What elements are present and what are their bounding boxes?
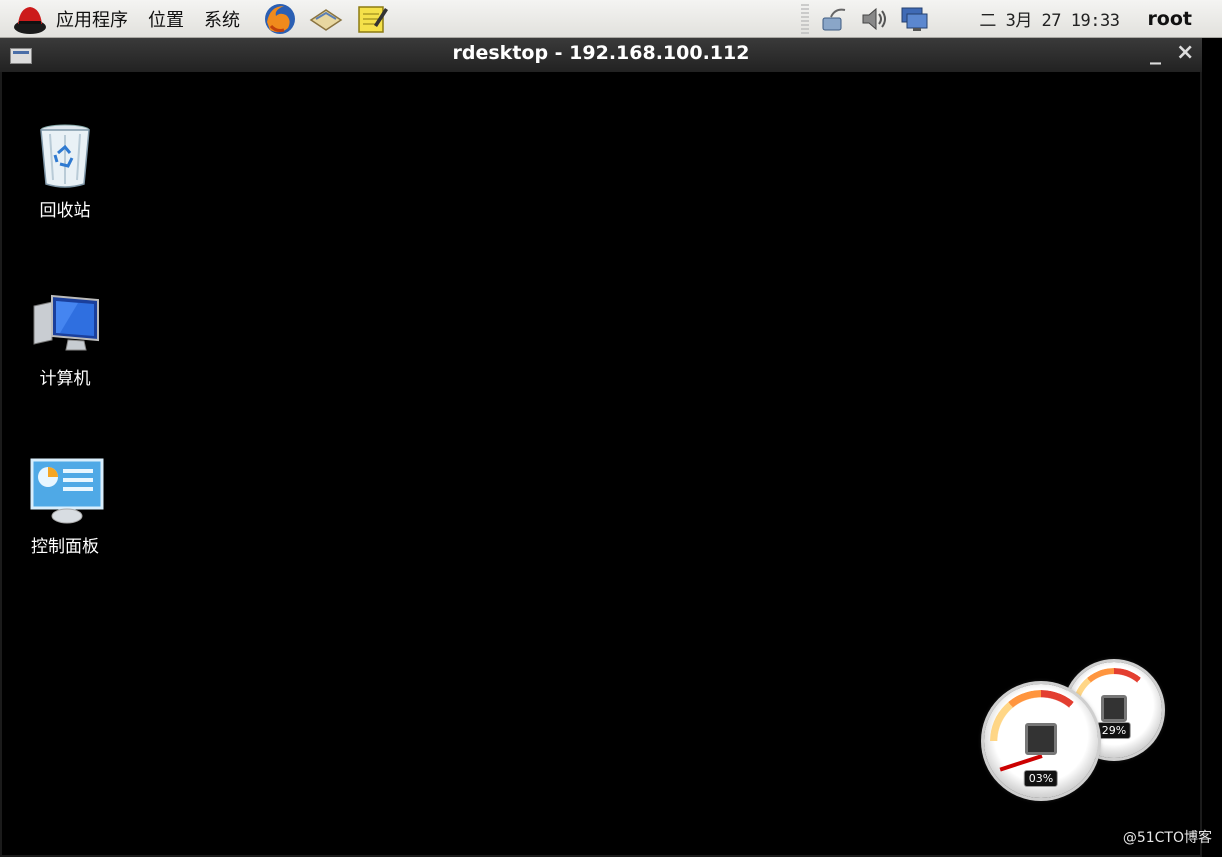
- menu-system[interactable]: 系统: [204, 6, 240, 32]
- desktop-icon-recycle-bin[interactable]: 回收站: [10, 120, 120, 221]
- window-titlebar[interactable]: rdesktop - 192.168.100.112 _ ×: [0, 38, 1202, 72]
- volume-icon[interactable]: [859, 4, 889, 34]
- close-button[interactable]: ×: [1176, 40, 1194, 65]
- window-title: rdesktop - 192.168.100.112: [452, 42, 750, 64]
- memory-readout: 29%: [1096, 722, 1132, 739]
- memory-chip-icon: [1100, 694, 1128, 722]
- notes-icon[interactable]: [354, 2, 390, 36]
- computer-icon: [30, 288, 100, 358]
- control-panel-icon: [30, 456, 104, 526]
- menu-places[interactable]: 位置: [148, 6, 184, 32]
- mail-icon[interactable]: [308, 2, 344, 36]
- desktop-icon-label: 控制面板: [31, 537, 99, 557]
- desktop-icon-computer[interactable]: 计算机: [10, 288, 120, 389]
- recycle-bin-icon: [30, 120, 100, 190]
- user-name[interactable]: root: [1147, 8, 1192, 30]
- cpu-meter-gadget[interactable]: 03%: [984, 684, 1098, 798]
- desktop-icon-label: 计算机: [39, 369, 91, 389]
- minimize-button[interactable]: _: [1150, 40, 1161, 65]
- redhat-logo-icon[interactable]: [12, 2, 48, 36]
- top-panel: 应用程序 位置 系统 二 3月 27 19:33 root: [0, 0, 1222, 38]
- firefox-icon[interactable]: [262, 2, 298, 36]
- display-icon[interactable]: [899, 4, 929, 34]
- panel-separator: [801, 3, 810, 34]
- cpu-readout: 03%: [1023, 770, 1059, 787]
- cpu-chip-icon: [1025, 722, 1057, 755]
- desktop-icon-label: 回收站: [39, 201, 91, 221]
- watermark: @51CTO博客: [1122, 830, 1212, 846]
- network-icon[interactable]: [819, 4, 849, 34]
- desktop-icon-control-panel[interactable]: 控制面板: [10, 456, 120, 557]
- panel-clock[interactable]: 二 3月 27 19:33: [979, 6, 1120, 31]
- menu-applications[interactable]: 应用程序: [56, 6, 128, 32]
